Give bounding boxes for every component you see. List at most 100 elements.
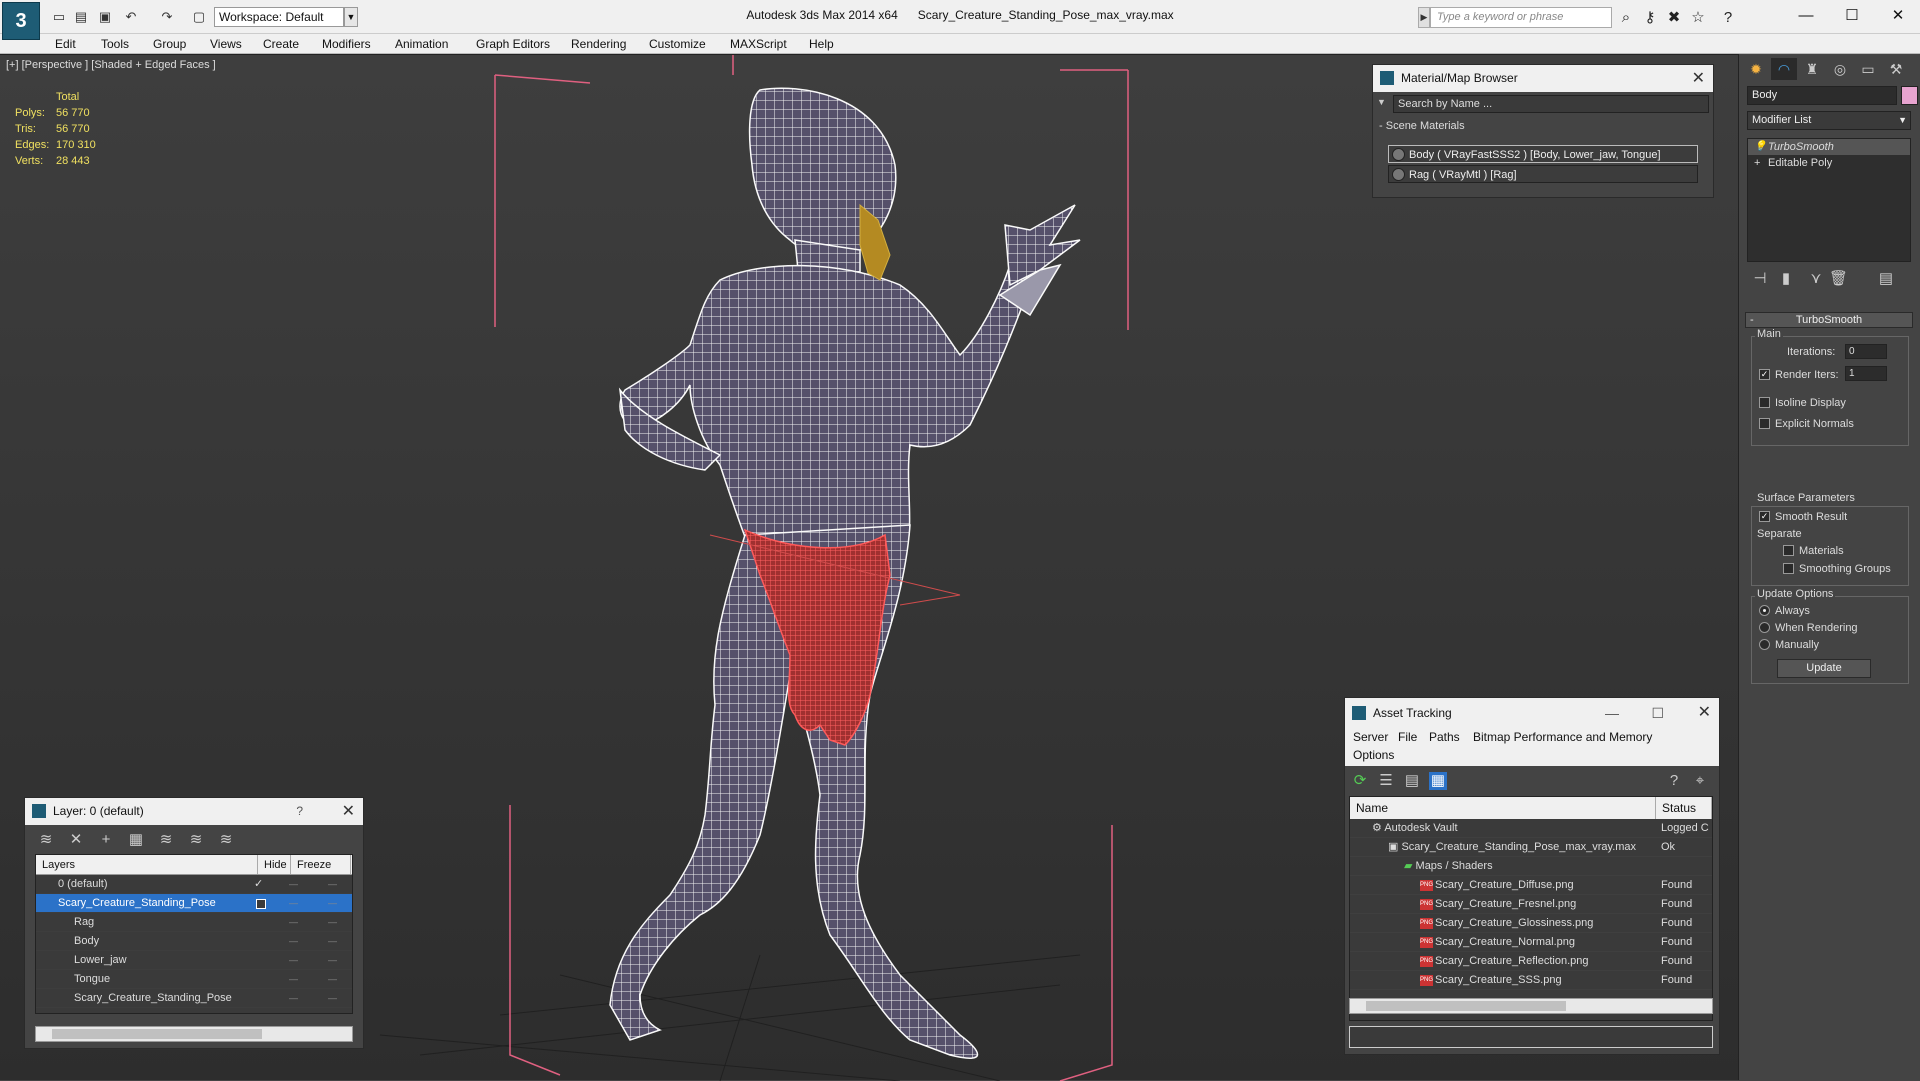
stack-item-editable-poly[interactable]: + Editable Poly [1748, 155, 1910, 171]
undo-icon[interactable]: ↶ [122, 8, 140, 26]
lightbulb-icon[interactable]: 💡 [1754, 139, 1766, 155]
maximize-icon[interactable]: ☐ [1829, 2, 1875, 30]
workspace-dropdown[interactable]: Workspace: Default [214, 7, 344, 27]
checkbox-unchecked[interactable] [1783, 545, 1794, 556]
search-expand-icon[interactable]: ▶ [1418, 7, 1430, 28]
key-icon[interactable]: ⚷ [1640, 8, 1660, 28]
menu-edit[interactable]: Edit [55, 34, 76, 54]
object-color-swatch[interactable] [1901, 86, 1918, 105]
project-folder-icon[interactable]: ▢ [190, 8, 208, 26]
radio-selected[interactable] [1759, 605, 1770, 616]
asset-row[interactable]: PNG Scary_Creature_Normal.png Found [1350, 933, 1712, 952]
asset-row[interactable]: ▣ Scary_Creature_Standing_Pose_max_vray.… [1350, 838, 1712, 857]
hide-toggle[interactable]: — [289, 951, 298, 970]
materials-checkbox[interactable]: Materials [1783, 544, 1844, 558]
menu-customize[interactable]: Customize [649, 34, 706, 54]
material-browser-titlebar[interactable]: Material/Map Browser ✕ [1373, 65, 1713, 92]
make-unique-icon[interactable]: ⋎ [1807, 270, 1825, 288]
asset-row[interactable]: PNG Scary_Creature_SSS.png Found [1350, 971, 1712, 990]
menu-graph-editors[interactable]: Graph Editors [476, 34, 550, 54]
hide-toggle[interactable]: — [289, 875, 298, 894]
menu-options[interactable]: Options [1353, 748, 1394, 762]
render-iters-checkbox[interactable]: ✓ Render Iters: [1759, 368, 1839, 382]
update-button[interactable]: Update [1777, 659, 1871, 678]
horizontal-scrollbar[interactable] [1349, 998, 1713, 1014]
scrollbar-thumb[interactable] [52, 1029, 262, 1039]
asset-row[interactable]: PNG Scary_Creature_Glossiness.png Found [1350, 914, 1712, 933]
menu-modifiers[interactable]: Modifiers [322, 34, 371, 54]
save-file-icon[interactable]: ▣ [96, 8, 114, 26]
column-header-freeze[interactable]: Freeze [291, 855, 351, 874]
expand-icon[interactable]: + [1754, 155, 1760, 171]
hide-toggle[interactable]: — [289, 970, 298, 989]
search-input[interactable]: Type a keyword or phrase [1430, 7, 1612, 28]
iterations-spinner[interactable]: 0 [1845, 344, 1887, 359]
menu-rendering[interactable]: Rendering [571, 34, 626, 54]
material-item[interactable]: Body ( VRayFastSSS2 ) [Body, Lower_jaw, … [1388, 145, 1698, 163]
object-name-input[interactable]: Body [1747, 86, 1897, 105]
menu-file[interactable]: File [1398, 730, 1417, 744]
chevron-down-icon[interactable]: ▼ [344, 7, 358, 27]
asset-row[interactable]: ▰ Maps / Shaders [1350, 857, 1712, 876]
chevron-down-icon[interactable]: ▼ [1377, 97, 1389, 107]
communication-icon[interactable]: ✖ [1664, 8, 1684, 28]
table-view-icon[interactable]: ▦ [1429, 772, 1447, 790]
tree-view-icon[interactable]: ▤ [1403, 772, 1421, 790]
highlight-layer-icon[interactable]: ≋ [157, 831, 175, 849]
render-iters-spinner[interactable]: 1 [1845, 366, 1887, 381]
material-item[interactable]: Rag ( VRayMtl ) [Rag] [1388, 165, 1698, 183]
asset-path-field[interactable] [1349, 1026, 1713, 1048]
explicit-normals-checkbox[interactable]: Explicit Normals [1759, 417, 1854, 431]
column-header-status[interactable]: Status [1656, 797, 1712, 819]
scrollbar-thumb[interactable] [1366, 1001, 1566, 1011]
layer-panel-titlebar[interactable]: Layer: 0 (default) ? ✕ [25, 798, 363, 825]
new-file-icon[interactable]: ▭ [50, 8, 68, 26]
turbosmooth-rollout[interactable]: - TurboSmooth [1745, 312, 1913, 328]
new-layer-icon[interactable]: ≋ [37, 831, 55, 849]
hierarchy-tab-icon[interactable]: ♜ [1799, 58, 1825, 80]
pin-stack-icon[interactable]: ⊣ [1751, 270, 1769, 288]
minimize-icon[interactable]: — [1605, 698, 1619, 728]
open-file-icon[interactable]: ▤ [72, 8, 90, 26]
menu-create[interactable]: Create [263, 34, 299, 54]
layer-row[interactable]: Scary_Creature_Standing_Pose — — [36, 894, 352, 913]
app-logo-icon[interactable]: 3 [2, 2, 40, 40]
layer-row[interactable]: Lower_jaw — — [36, 951, 352, 970]
radio-unselected[interactable] [1759, 639, 1770, 650]
material-search-input[interactable]: Search by Name ... [1393, 95, 1709, 113]
layer-row[interactable]: Scary_Creature_Standing_Pose — — [36, 989, 352, 1008]
menu-group[interactable]: Group [153, 34, 186, 54]
scene-materials-header[interactable]: - Scene Materials [1379, 120, 1465, 132]
maximize-icon[interactable]: ☐ [1651, 698, 1664, 728]
menu-help[interactable]: Help [809, 34, 834, 54]
menu-bitmap-performance[interactable]: Bitmap Performance and Memory [1473, 730, 1652, 744]
hide-toggle[interactable]: — [289, 989, 298, 1008]
redo-icon[interactable]: ↷ [158, 8, 176, 26]
modifier-list-dropdown[interactable]: Modifier List ▼ [1747, 111, 1911, 130]
column-header-hide[interactable]: Hide [258, 855, 291, 874]
help-icon[interactable]: ? [296, 798, 303, 825]
layer-row[interactable]: Body — — [36, 932, 352, 951]
close-icon[interactable]: ✕ [1875, 2, 1920, 30]
menu-animation[interactable]: Animation [395, 34, 448, 54]
checkbox-unchecked[interactable] [1759, 418, 1770, 429]
remove-modifier-icon[interactable]: 🗑 [1829, 270, 1848, 288]
menu-views[interactable]: Views [210, 34, 242, 54]
freeze-toggle[interactable]: — [328, 894, 337, 913]
binoculars-icon[interactable]: ⌕ [1616, 8, 1636, 28]
current-layer-toggle[interactable] [256, 899, 266, 909]
layer-row[interactable]: 0 (default) ✓ — — [36, 875, 352, 894]
layer-row[interactable]: Rag — — [36, 913, 352, 932]
column-header-name[interactable]: Name [1350, 797, 1656, 819]
update-always-radio[interactable]: Always [1759, 604, 1810, 618]
close-icon[interactable]: ✕ [1692, 65, 1705, 92]
radio-unselected[interactable] [1759, 622, 1770, 633]
checkbox-checked[interactable]: ✓ [1759, 511, 1770, 522]
add-to-layer-icon[interactable]: + [97, 831, 115, 849]
hide-toggle[interactable]: — [289, 913, 298, 932]
viewport-label[interactable]: [+] [Perspective ] [Shaded + Edged Faces… [6, 59, 216, 71]
menu-tools[interactable]: Tools [101, 34, 129, 54]
checkbox-unchecked[interactable] [1759, 397, 1770, 408]
pin-icon[interactable]: ⌖ [1691, 772, 1709, 790]
help-icon[interactable]: ? [1665, 772, 1683, 790]
